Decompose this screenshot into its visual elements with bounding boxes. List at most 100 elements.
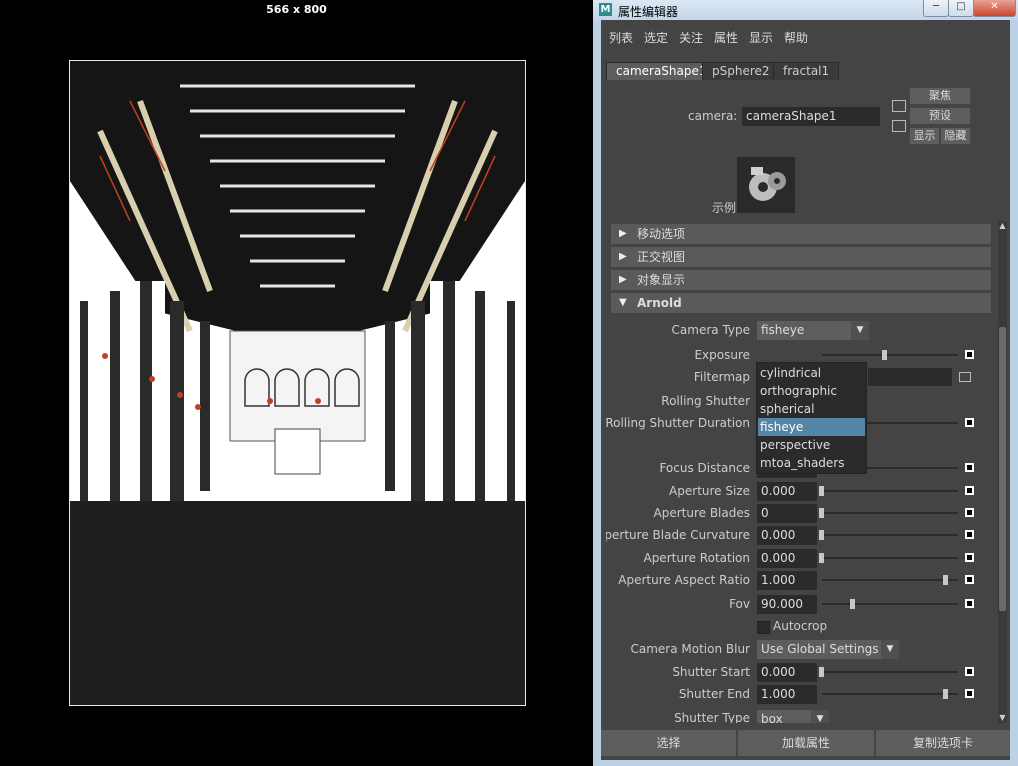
aperture-blades-label: Aperture Blades [653,506,751,520]
menu-list[interactable]: 列表 [609,29,633,46]
fov-handle[interactable] [850,599,855,609]
option-orthographic[interactable]: orthographic [758,382,865,400]
scroll-up-arrow-icon[interactable]: ▲ [998,221,1007,231]
aperture-blade-curvature-map-icon[interactable] [965,530,974,539]
section-ortho[interactable]: ▶ 正交视图 [611,247,991,267]
rolling-shutter-duration-label: Rolling Shutter Duration [606,416,750,430]
title-bar[interactable]: M 属性编辑器 ─ □ ✕ [593,0,1018,20]
menu-selected[interactable]: 选定 [644,29,668,46]
section-arnold[interactable]: ▼ Arnold [611,293,991,313]
menu-help[interactable]: 帮助 [784,29,808,46]
section-transform[interactable]: ▶ 移动选项 [611,224,991,244]
section-object-display[interactable]: ▶ 对象显示 [611,270,991,290]
minimize-button[interactable]: ─ [923,0,949,17]
aperture-size-handle[interactable] [819,486,824,496]
aperture-size-slider[interactable] [822,490,958,492]
close-button[interactable]: ✕ [973,0,1016,17]
exposure-map-icon[interactable] [965,350,974,359]
shutter-start-map-icon[interactable] [965,667,974,676]
shutter-start-slider[interactable] [822,671,958,673]
aperture-aspect-ratio-map-icon[interactable] [965,575,974,584]
camera-type-dropdown[interactable]: fisheye ▼ [757,321,869,340]
aperture-rotation-map-icon[interactable] [965,553,974,562]
exposure-slider[interactable] [822,354,958,356]
shutter-start-handle[interactable] [819,667,824,677]
autocrop-checkbox[interactable] [757,621,770,634]
aperture-rotation-handle[interactable] [819,553,824,563]
fov-map-icon[interactable] [965,599,974,608]
sample-label: 示例 [712,201,737,215]
shutter-type-dropdown[interactable]: box ▼ [757,710,829,723]
camera-type-popup-list[interactable]: cylindrical orthographic spherical fishe… [756,362,867,474]
option-cylindrical[interactable]: cylindrical [758,364,865,382]
node-name-field[interactable]: cameraShape1 [742,107,880,126]
expand-arrow-icon: ▶ [619,274,627,285]
filtermap-label: Filtermap [693,370,750,384]
aperture-blade-curvature-field[interactable]: 0.000 [757,526,817,545]
shutter-start-field[interactable]: 0.000 [757,663,817,682]
aperture-blades-handle[interactable] [819,508,824,518]
menu-attributes[interactable]: 属性 [714,29,738,46]
select-button[interactable]: 选择 [601,730,736,756]
option-fisheye[interactable]: fisheye [758,418,865,436]
focus-button[interactable]: 聚焦 [910,88,970,104]
maximize-button[interactable]: □ [948,0,974,17]
aperture-size-label: Aperture Size [669,484,750,498]
rolling-shutter-label: Rolling Shutter [661,394,750,408]
tab-fractal1[interactable]: fractal1 [773,62,840,80]
tab-camerashape1[interactable]: cameraShape1 [606,62,717,80]
motion-blur-dropdown[interactable]: Use Global Settings ▼ [757,640,899,659]
aperture-blades-map-icon[interactable] [965,508,974,517]
menu-focus[interactable]: 关注 [679,29,703,46]
node-tabs: cameraShape1 pSphere2 fractal1 [606,62,1005,81]
rolling-shutter-duration-map-icon[interactable] [965,418,974,427]
show-button[interactable]: 显示 [910,128,939,144]
aperture-aspect-ratio-field[interactable]: 1.000 [757,571,817,590]
copy-tab-button[interactable]: 复制选项卡 [876,730,1010,756]
focus-distance-map-icon[interactable] [965,463,974,472]
aperture-blade-curvature-handle[interactable] [819,530,824,540]
input-connection-icon[interactable] [892,100,906,112]
load-attributes-button[interactable]: 加载属性 [738,730,874,756]
option-mtoa-shaders[interactable]: mtoa_shaders [758,454,865,472]
menu-bar: 列表 选定 关注 属性 显示 帮助 [601,20,1010,52]
shutter-end-field[interactable]: 1.000 [757,685,817,704]
aperture-size-map-icon[interactable] [965,486,974,495]
fov-field[interactable]: 90.000 [757,595,817,614]
aperture-aspect-ratio-handle[interactable] [943,575,948,585]
motion-blur-label: Camera Motion Blur [630,642,750,656]
cathedral-render-illustration [70,61,525,705]
presets-button[interactable]: 预设 [910,108,970,124]
shutter-end-map-icon[interactable] [965,689,974,698]
aperture-rotation-field[interactable]: 0.000 [757,549,817,568]
exposure-slider-handle[interactable] [882,350,887,360]
aperture-blades-slider[interactable] [822,512,958,514]
menu-show[interactable]: 显示 [749,29,773,46]
shutter-type-label: Shutter Type [674,711,750,723]
scrollbar-thumb[interactable] [999,327,1006,611]
expand-arrow-icon: ▶ [619,251,627,262]
fov-slider[interactable] [822,603,958,605]
filtermap-field[interactable] [868,368,952,386]
aperture-size-field[interactable]: 0.000 [757,482,817,501]
aperture-blade-curvature-slider[interactable] [822,534,958,536]
scroll-down-arrow-icon[interactable]: ▼ [998,713,1007,723]
resolution-label: 566 x 800 [266,3,327,16]
render-viewport[interactable]: 566 x 800 [0,0,593,766]
aperture-blade-curvature-label: Aperture Blade Curvature [606,528,750,542]
option-spherical[interactable]: spherical [758,400,865,418]
shutter-end-slider[interactable] [822,693,958,695]
filtermap-connect-icon[interactable] [959,372,971,382]
autocrop-label: Autocrop [773,619,828,633]
shutter-end-handle[interactable] [943,689,948,699]
attribute-scroll-area[interactable]: ▶ 移动选项 ▶ 正交视图 ▶ 对象显示 ▼ Arnold Camera Typ… [606,221,996,723]
output-connection-icon[interactable] [892,120,906,132]
expand-arrow-icon: ▶ [619,228,627,239]
aperture-rotation-slider[interactable] [822,557,958,559]
aperture-blades-field[interactable]: 0 [757,504,817,523]
aperture-aspect-ratio-slider[interactable] [822,579,958,581]
vertical-scrollbar[interactable]: ▲ ▼ [998,221,1007,723]
option-perspective[interactable]: perspective [758,436,865,454]
hide-button[interactable]: 隐藏 [941,128,970,144]
tab-psphere2[interactable]: pSphere2 [702,62,780,80]
